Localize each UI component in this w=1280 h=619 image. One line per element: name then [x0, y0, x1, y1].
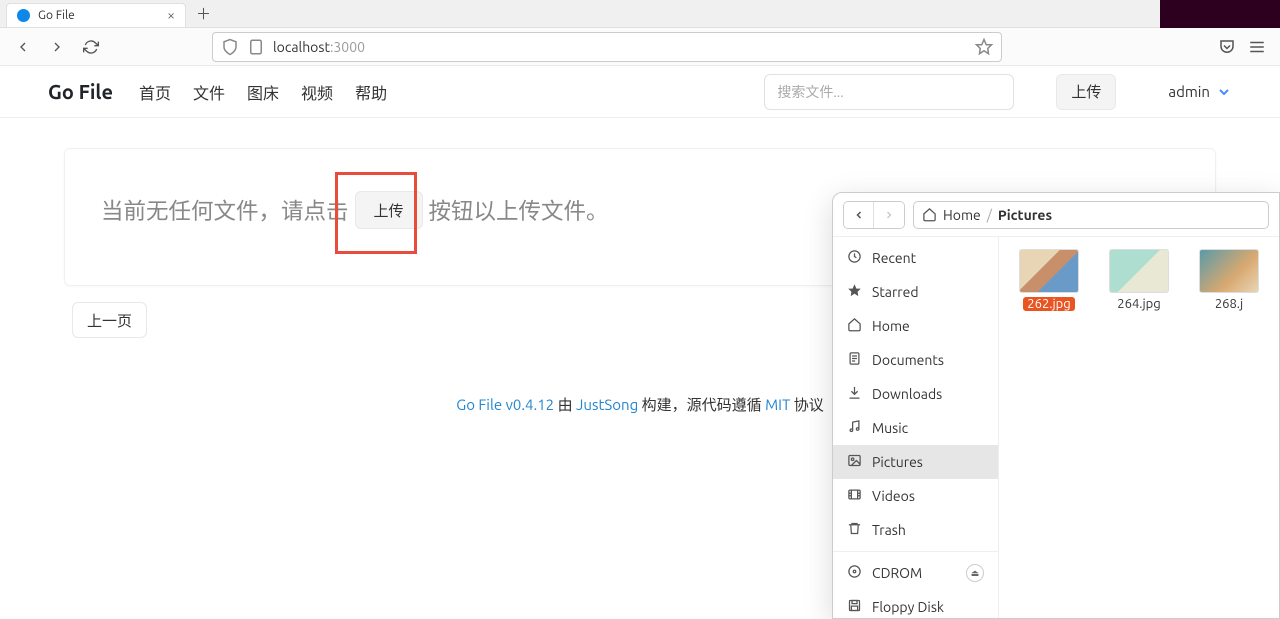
file-dialog-header: Home / Pictures	[833, 193, 1279, 237]
tab-favicon	[17, 9, 30, 22]
pocket-icon[interactable]	[1218, 38, 1236, 56]
browser-tab[interactable]: Go File ×	[6, 3, 186, 27]
tab-title: Go File	[38, 9, 75, 22]
reload-button[interactable]	[78, 34, 104, 60]
file-dialog-path-bar[interactable]: Home / Pictures	[913, 201, 1269, 229]
url-text: localhost:3000	[273, 39, 365, 55]
menu-icon[interactable]	[1248, 38, 1266, 56]
file-thumbnail	[1019, 249, 1079, 293]
sidebar-item-label: Pictures	[872, 454, 923, 470]
nav-help[interactable]: 帮助	[355, 80, 387, 104]
sidebar-item-label: Recent	[872, 250, 916, 266]
forward-button[interactable]	[44, 34, 70, 60]
file-item[interactable]: 262.jpg	[1019, 249, 1079, 311]
file-picker-dialog: Home / Pictures Recent Starred Home Documen…	[832, 192, 1280, 619]
prev-page-button[interactable]: 上一页	[72, 302, 147, 338]
footer-agreement: 协议	[790, 396, 823, 413]
sidebar-item-home[interactable]: Home	[833, 309, 998, 343]
cd-icon	[847, 564, 862, 582]
home-icon	[922, 207, 937, 222]
desktop-background-slice	[1160, 0, 1280, 28]
empty-text-after: 按钮以上传文件。	[429, 194, 609, 226]
star-icon	[847, 283, 862, 301]
back-button[interactable]	[10, 34, 36, 60]
file-dialog-sidebar: Recent Starred Home Documents Downloads Music…	[833, 237, 999, 618]
sidebar-item-floppy-disk[interactable]: Floppy Disk	[833, 590, 998, 618]
file-name-label: 268.j	[1199, 297, 1259, 311]
browser-toolbar: localhost:3000	[0, 28, 1280, 66]
footer-author-link[interactable]: JustSong	[576, 396, 638, 413]
footer-built: 构建，源代码遵循	[638, 396, 765, 413]
sidebar-item-videos[interactable]: Videos	[833, 479, 998, 513]
brand-logo[interactable]: Go File	[48, 80, 113, 103]
file-name-label: 262.jpg	[1023, 297, 1074, 311]
path-separator: /	[987, 207, 992, 223]
empty-text-before: 当前无任何文件，请点击	[101, 194, 349, 226]
sidebar-item-recent[interactable]: Recent	[833, 241, 998, 275]
file-dialog-forward-button[interactable]	[874, 202, 904, 228]
user-menu[interactable]: admin	[1168, 83, 1232, 100]
file-item[interactable]: 264.jpg	[1109, 249, 1169, 311]
footer-license-link[interactable]: MIT	[765, 396, 790, 413]
chevron-down-icon	[1216, 84, 1232, 100]
doc-icon	[847, 351, 862, 369]
file-dialog-back-button[interactable]	[844, 202, 874, 228]
floppy-icon	[847, 598, 862, 616]
download-icon	[847, 385, 862, 403]
footer-by: 由	[554, 396, 576, 413]
browser-tab-bar: Go File × ＋ – ▢ ×	[0, 0, 1280, 28]
sidebar-item-starred[interactable]: Starred	[833, 275, 998, 309]
lock-icon	[247, 38, 265, 56]
sidebar-item-label: Trash	[872, 522, 906, 538]
nav-videos[interactable]: 视频	[301, 80, 333, 104]
file-name-label: 264.jpg	[1109, 297, 1169, 311]
file-dialog-nav-buttons	[843, 201, 905, 229]
sidebar-item-label: Starred	[872, 284, 919, 300]
home-icon	[847, 317, 862, 335]
sidebar-item-label: Home	[872, 318, 910, 334]
sidebar-item-label: Videos	[872, 488, 915, 504]
sidebar-item-downloads[interactable]: Downloads	[833, 377, 998, 411]
sidebar-item-label: Downloads	[872, 386, 942, 402]
inline-upload-button[interactable]: 上传	[355, 191, 423, 229]
username-label: admin	[1168, 83, 1210, 100]
search-input[interactable]	[764, 74, 1014, 110]
eject-icon[interactable]: ⏏	[966, 564, 984, 582]
upload-button[interactable]: 上传	[1056, 74, 1116, 110]
new-tab-button[interactable]: ＋	[196, 3, 211, 24]
file-thumbnail	[1199, 249, 1259, 293]
shield-icon	[221, 38, 239, 56]
sidebar-item-trash[interactable]: Trash	[833, 513, 998, 547]
video-icon	[847, 487, 862, 505]
sidebar-item-label: Music	[872, 420, 908, 436]
music-icon	[847, 419, 862, 437]
url-bar[interactable]: localhost:3000	[212, 32, 1002, 62]
trash-icon	[847, 521, 862, 539]
close-tab-icon[interactable]: ×	[167, 8, 175, 22]
file-item[interactable]: 268.j	[1199, 249, 1259, 311]
file-dialog-files: 262.jpg 264.jpg 268.j	[999, 237, 1279, 618]
file-thumbnail	[1109, 249, 1169, 293]
sidebar-item-documents[interactable]: Documents	[833, 343, 998, 377]
bookmark-star-icon[interactable]	[975, 38, 993, 56]
path-current: Pictures	[998, 207, 1052, 223]
sidebar-item-label: CDROM	[872, 565, 922, 581]
sidebar-item-cdrom[interactable]: CDROM ⏏	[833, 556, 998, 590]
picture-icon	[847, 453, 862, 471]
page-navbar: Go File 首页 文件 图床 视频 帮助 上传 admin	[0, 66, 1280, 118]
sidebar-item-music[interactable]: Music	[833, 411, 998, 445]
recent-icon	[847, 249, 862, 267]
file-dialog-body: Recent Starred Home Documents Downloads Music…	[833, 237, 1279, 618]
path-home[interactable]: Home	[943, 207, 981, 223]
sidebar-item-label: Floppy Disk	[872, 599, 944, 615]
nav-images[interactable]: 图床	[247, 80, 279, 104]
nav-files[interactable]: 文件	[193, 80, 225, 104]
footer-app-link[interactable]: Go File v0.4.12	[456, 396, 554, 413]
sidebar-item-label: Documents	[872, 352, 944, 368]
sidebar-item-pictures[interactable]: Pictures	[833, 445, 998, 479]
sidebar-divider	[833, 551, 998, 552]
nav-home[interactable]: 首页	[139, 80, 171, 104]
